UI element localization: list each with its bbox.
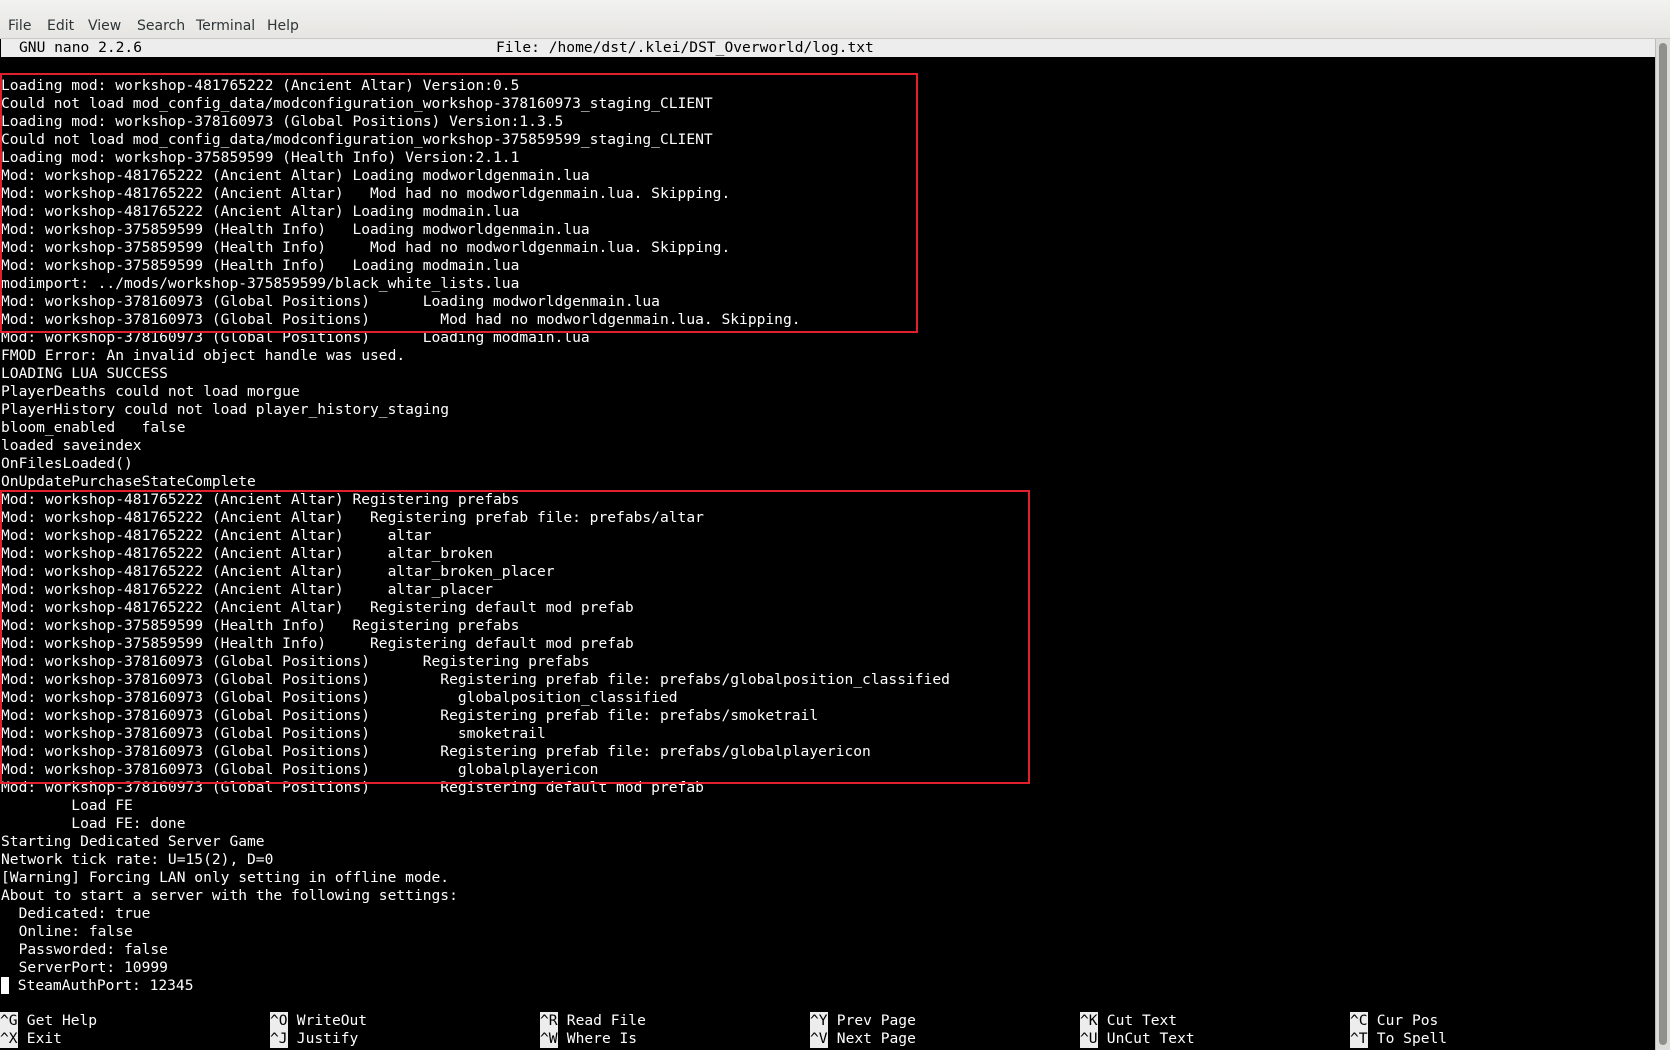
log-line: Loading mod: workshop-375859599 (Health … bbox=[1, 149, 520, 166]
log-line: PlayerDeaths could not load morgue bbox=[1, 383, 300, 400]
shortcut-where-is[interactable]: ^W Where Is bbox=[540, 1030, 637, 1048]
log-line: Mod: workshop-375859599 (Health Info) Re… bbox=[1, 635, 634, 652]
nano-shortcut-bar: ^G Get Help ^X Exit ^O WriteOut ^J Justi… bbox=[0, 1012, 1656, 1050]
log-line: Mod: workshop-378160973 (Global Position… bbox=[1, 689, 678, 706]
log-line: Load FE bbox=[1, 797, 133, 814]
log-line: bloom_enabled false bbox=[1, 419, 186, 436]
log-line: Load FE: done bbox=[1, 815, 186, 832]
log-line: PlayerHistory could not load player_hist… bbox=[1, 401, 450, 418]
shortcut-read-file[interactable]: ^R Read File bbox=[540, 1012, 646, 1030]
shortcut-get-help[interactable]: ^G Get Help bbox=[0, 1012, 97, 1030]
log-line: Mod: workshop-481765222 (Ancient Altar) … bbox=[1, 545, 494, 562]
log-line: OnUpdatePurchaseStateComplete bbox=[1, 473, 256, 490]
menu-search[interactable]: Search bbox=[137, 17, 185, 35]
log-line: Mod: workshop-378160973 (Global Position… bbox=[1, 725, 546, 742]
menu-edit[interactable]: Edit bbox=[47, 17, 74, 35]
shortcut-to-spell[interactable]: ^T To Spell bbox=[1350, 1030, 1447, 1048]
text-cursor bbox=[1, 977, 9, 994]
log-line: Online: false bbox=[1, 923, 133, 940]
shortcut-writeout[interactable]: ^O WriteOut bbox=[270, 1012, 367, 1030]
log-line: Mod: workshop-481765222 (Ancient Altar) … bbox=[1, 491, 520, 508]
menu-terminal[interactable]: Terminal bbox=[196, 17, 255, 35]
log-line: LOADING LUA SUCCESS bbox=[1, 365, 168, 382]
shortcut-prev-page[interactable]: ^Y Prev Page bbox=[810, 1012, 916, 1030]
log-line: Loading mod: workshop-481765222 (Ancient… bbox=[1, 77, 520, 94]
log-line: Mod: workshop-378160973 (Global Position… bbox=[1, 707, 819, 724]
menu-bar: File Edit View Search Terminal Help bbox=[0, 0, 1670, 39]
log-line: SteamAuthPort: 12345 bbox=[1, 977, 950, 995]
log-line: Mod: workshop-378160973 (Global Position… bbox=[1, 293, 660, 310]
nano-file-path: File: /home/dst/.klei/DST_Overworld/log.… bbox=[496, 39, 874, 56]
log-line: [Warning] Forcing LAN only setting in of… bbox=[1, 869, 450, 886]
log-line: Starting Dedicated Server Game bbox=[1, 833, 265, 850]
shortcut-justify[interactable]: ^J Justify bbox=[270, 1030, 358, 1048]
nano-version: GNU nano 2.2.6 bbox=[19, 39, 143, 56]
log-line: Mod: workshop-375859599 (Health Info) Lo… bbox=[1, 257, 520, 274]
log-content: Loading mod: workshop-481765222 (Ancient… bbox=[1, 77, 950, 995]
log-line: Mod: workshop-375859599 (Health Info) Re… bbox=[1, 617, 520, 634]
log-line: Mod: workshop-378160973 (Global Position… bbox=[1, 311, 801, 328]
shortcut-next-page[interactable]: ^V Next Page bbox=[810, 1030, 916, 1048]
log-line: Dedicated: true bbox=[1, 905, 151, 922]
shortcut-exit[interactable]: ^X Exit bbox=[0, 1030, 62, 1048]
log-line: Mod: workshop-375859599 (Health Info) Mo… bbox=[1, 239, 731, 256]
shortcut-cut-text[interactable]: ^K Cut Text bbox=[1080, 1012, 1177, 1030]
scrollbar-thumb[interactable] bbox=[1659, 43, 1667, 1045]
menu-view[interactable]: View bbox=[88, 17, 121, 35]
log-line: Mod: workshop-378160973 (Global Position… bbox=[1, 329, 590, 346]
log-line: About to start a server with the followi… bbox=[1, 887, 458, 904]
nano-title-bar: GNU nano 2.2.6 File: /home/dst/.klei/DST… bbox=[1, 39, 1655, 57]
log-line: Could not load mod_config_data/modconfig… bbox=[1, 95, 713, 112]
log-line-text: SteamAuthPort: 12345 bbox=[9, 977, 194, 994]
terminal-area[interactable]: GNU nano 2.2.6 File: /home/dst/.klei/DST… bbox=[0, 39, 1656, 1050]
log-line: Mod: workshop-378160973 (Global Position… bbox=[1, 779, 704, 796]
shortcut-uncut-text[interactable]: ^U UnCut Text bbox=[1080, 1030, 1195, 1048]
log-line: Mod: workshop-378160973 (Global Position… bbox=[1, 671, 950, 688]
log-line: Mod: workshop-481765222 (Ancient Altar) … bbox=[1, 527, 432, 544]
terminal-scrollbar[interactable] bbox=[1655, 39, 1670, 1050]
log-line: ServerPort: 10999 bbox=[1, 959, 168, 976]
log-line: Mod: workshop-378160973 (Global Position… bbox=[1, 743, 871, 760]
log-line: Network tick rate: U=15(2), D=0 bbox=[1, 851, 274, 868]
log-line: Mod: workshop-481765222 (Ancient Altar) … bbox=[1, 581, 494, 598]
log-line: Passworded: false bbox=[1, 941, 168, 958]
log-line: FMOD Error: An invalid object handle was… bbox=[1, 347, 406, 364]
log-line: loaded saveindex bbox=[1, 437, 142, 454]
log-line: OnFilesLoaded() bbox=[1, 455, 133, 472]
log-line: Mod: workshop-481765222 (Ancient Altar) … bbox=[1, 203, 520, 220]
log-line: Loading mod: workshop-378160973 (Global … bbox=[1, 113, 564, 130]
log-line: Mod: workshop-481765222 (Ancient Altar) … bbox=[1, 509, 704, 526]
log-line: Mod: workshop-378160973 (Global Position… bbox=[1, 653, 590, 670]
log-line: Mod: workshop-378160973 (Global Position… bbox=[1, 761, 599, 778]
log-line: Mod: workshop-481765222 (Ancient Altar) … bbox=[1, 599, 634, 616]
shortcut-cur-pos[interactable]: ^C Cur Pos bbox=[1350, 1012, 1438, 1030]
log-line: modimport: ../mods/workshop-375859599/bl… bbox=[1, 275, 520, 292]
log-line: Mod: workshop-481765222 (Ancient Altar) … bbox=[1, 563, 555, 580]
menu-file[interactable]: File bbox=[8, 17, 31, 35]
log-line: Mod: workshop-375859599 (Health Info) Lo… bbox=[1, 221, 590, 238]
log-line: Could not load mod_config_data/modconfig… bbox=[1, 131, 713, 148]
log-line: Mod: workshop-481765222 (Ancient Altar) … bbox=[1, 167, 590, 184]
log-line: Mod: workshop-481765222 (Ancient Altar) … bbox=[1, 185, 731, 202]
menu-help[interactable]: Help bbox=[267, 17, 299, 35]
